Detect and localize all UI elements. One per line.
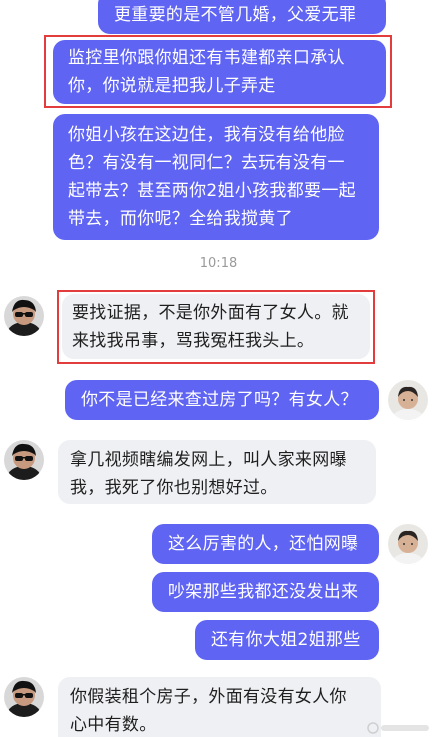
message-text-line: 拿几视频瞎编发网上，叫人家来网曝 [70, 450, 347, 470]
incoming-message-bubble[interactable]: 要找证据，不是你外面有了女人。就 来找我吊事，骂我冤枉我头上。 [62, 294, 370, 359]
sunglasses-person-avatar[interactable] [4, 296, 44, 336]
outgoing-message-bubble[interactable]: 监控里你跟你姐还有韦建都亲口承认 你，你说就是把我儿子弄走 [53, 40, 386, 104]
message-text-line: 你假装租个房子，外面有没有女人你 [70, 687, 347, 707]
outgoing-message-bubble[interactable]: 还有你大姐2姐那些 [195, 620, 379, 660]
message-text-line: 色？有没有一视同仁？去玩有没有一 [68, 153, 345, 173]
chat-screen: 更重要的是不管几婚，父爱无罪 监控里你跟你姐还有韦建都亲口承认 你，你说就是把我… [0, 0, 437, 737]
young-man-avatar[interactable] [388, 380, 428, 420]
young-man-avatar[interactable] [388, 524, 428, 564]
message-text-line: 来找我吊事，骂我冤枉我头上。 [72, 331, 315, 351]
message-text-line: 要找证据，不是你外面有了女人。就 [72, 303, 349, 323]
message-text-line: 更重要的是不管几婚，父爱无罪 [114, 5, 357, 25]
watermark-logo [367, 720, 431, 734]
outgoing-message-bubble[interactable]: 更重要的是不管几婚，父爱无罪 [98, 0, 386, 34]
message-text-line: 你姐小孩在这边住，我有没有给他脸 [68, 125, 345, 145]
outgoing-message-bubble[interactable]: 你不是已经来查过房了吗？有女人？ [65, 380, 379, 420]
message-text-line: 监控里你跟你姐还有韦建都亲口承认 [68, 48, 345, 68]
message-timestamp: 10:18 [199, 256, 238, 271]
message-text-line: 起带去？甚至两你2姐小孩我都要一起 [68, 181, 356, 201]
incoming-message-bubble[interactable]: 拿几视频瞎编发网上，叫人家来网曝 我，我死了你也别想好过。 [58, 440, 376, 504]
incoming-message-bubble[interactable]: 你假装租个房子，外面有没有女人你 心中有数。 [58, 677, 381, 737]
message-text-line: 心中有数。 [70, 715, 157, 735]
message-text-line: 带去，而你呢？全给我搅黄了 [68, 209, 293, 229]
outgoing-message-bubble[interactable]: 你姐小孩在这边住，我有没有给他脸 色？有没有一视同仁？去玩有没有一 起带去？甚至… [53, 114, 379, 240]
message-text-line: 这么厉害的人，还怕网曝 [168, 534, 359, 554]
message-text-line: 吵架那些我都还没发出来 [168, 582, 359, 602]
message-text-line: 你，你说就是把我儿子弄走 [68, 76, 276, 96]
message-text-line: 你不是已经来查过房了吗？有女人？ [81, 390, 358, 410]
sunglasses-person-avatar[interactable] [4, 440, 44, 480]
sunglasses-person-avatar[interactable] [4, 677, 44, 717]
outgoing-message-bubble[interactable]: 吵架那些我都还没发出来 [152, 572, 379, 612]
outgoing-message-bubble[interactable]: 这么厉害的人，还怕网曝 [152, 524, 379, 564]
message-text-line: 我，我死了你也别想好过。 [70, 478, 278, 498]
message-text-line: 还有你大姐2姐那些 [211, 630, 361, 650]
